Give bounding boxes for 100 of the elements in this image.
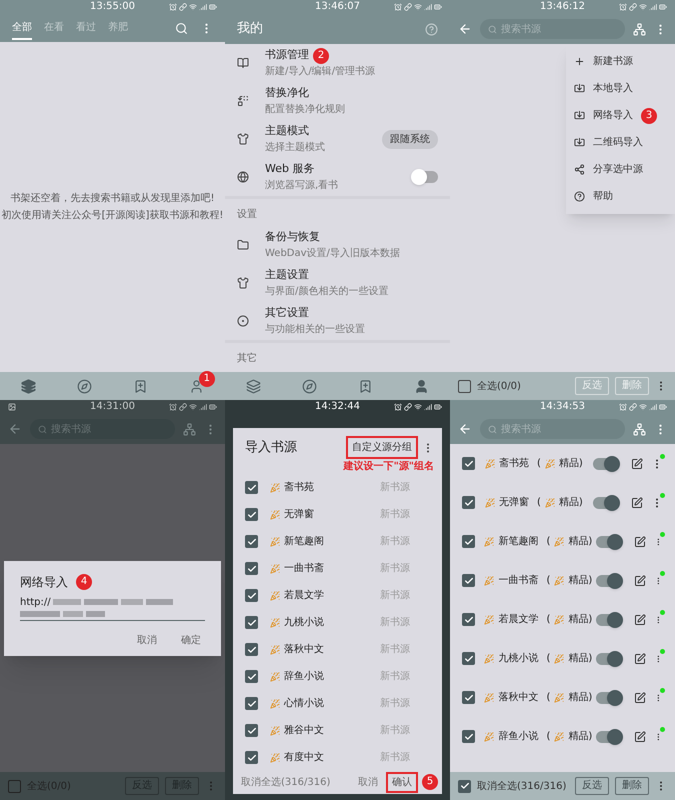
edit-icon[interactable] xyxy=(634,730,646,742)
select-all-label[interactable]: 取消全选(316/316) xyxy=(477,778,569,794)
link-icon xyxy=(179,3,188,11)
group-icon[interactable] xyxy=(633,422,646,436)
step-badge: 3 xyxy=(641,108,657,124)
mode-chip[interactable]: 跟随系统 xyxy=(382,130,438,148)
checkbox[interactable] xyxy=(245,508,258,521)
toggle-switch[interactable] xyxy=(596,574,622,586)
search-icon[interactable] xyxy=(175,22,188,34)
item-title: 替换净化 xyxy=(265,85,309,102)
group-bracket: ( xyxy=(546,574,550,588)
bookmark-icon[interactable] xyxy=(133,378,148,394)
dialog-title: 网络导入 xyxy=(20,574,68,590)
group-bracket: ( xyxy=(546,691,550,705)
user-icon[interactable] xyxy=(189,378,204,394)
ok-button[interactable]: 确定 xyxy=(177,632,205,648)
toggle-switch[interactable] xyxy=(596,692,622,704)
toggle-switch[interactable] xyxy=(596,652,622,664)
toggle-switch[interactable] xyxy=(593,496,619,508)
party-popper-icon xyxy=(544,458,555,468)
checkbox[interactable] xyxy=(245,562,258,575)
source-status: 新书源 xyxy=(380,534,411,549)
party-popper-icon xyxy=(554,732,564,742)
checkbox[interactable] xyxy=(245,589,258,602)
checkbox[interactable] xyxy=(462,496,475,509)
checkbox[interactable] xyxy=(245,670,258,683)
group-icon[interactable] xyxy=(633,22,646,36)
settings-item[interactable]: 主题设置 与界面/颜色相关的一些设置 xyxy=(225,264,450,302)
battery-icon xyxy=(209,3,218,11)
back-icon[interactable] xyxy=(458,22,472,36)
toggle-switch[interactable] xyxy=(596,614,622,626)
checkbox[interactable] xyxy=(462,535,475,548)
source-name: 一曲书斋 xyxy=(498,574,538,588)
cancel-button[interactable]: 取消 xyxy=(133,632,161,648)
edit-icon[interactable] xyxy=(634,692,646,704)
settings-item[interactable]: 其它设置 与功能相关的一些设置 xyxy=(225,302,450,340)
checkbox[interactable] xyxy=(462,457,475,470)
toggle-switch[interactable] xyxy=(596,536,622,548)
confirm-button[interactable]: 确认 xyxy=(386,772,418,792)
wifi-icon xyxy=(639,3,648,11)
compass-icon[interactable] xyxy=(76,378,92,394)
layers-icon[interactable] xyxy=(246,378,261,394)
checkbox[interactable] xyxy=(462,691,475,704)
wifi-icon xyxy=(639,403,648,411)
compass-icon[interactable] xyxy=(302,378,317,394)
party-popper-icon xyxy=(485,458,495,468)
toggle-all-button[interactable]: 取消全选(316/316) xyxy=(241,774,330,790)
url-field[interactable]: http:// xyxy=(20,594,205,620)
source-status: 新书源 xyxy=(380,670,411,684)
checkbox[interactable] xyxy=(245,724,258,737)
cancel-button[interactable]: 取消 xyxy=(354,774,382,790)
edit-icon[interactable] xyxy=(631,496,643,508)
settings-item[interactable]: 替换净化 配置替换净化规则 xyxy=(225,82,450,120)
layers-icon[interactable] xyxy=(20,378,36,394)
menu-item[interactable]: 新建书源 xyxy=(593,54,633,69)
checkbox[interactable] xyxy=(462,613,475,626)
delete-button[interactable]: 删除 xyxy=(615,777,649,795)
menu-item[interactable]: 分享选中源 xyxy=(593,162,643,177)
source-status: 新书源 xyxy=(380,642,411,657)
tab[interactable]: 全部 xyxy=(12,16,32,40)
settings-item[interactable]: Web 服务 浏览器写源,看书 xyxy=(225,158,450,196)
battery-icon xyxy=(434,3,442,11)
toggle-switch[interactable] xyxy=(593,458,619,470)
group-button[interactable]: 自定义源分组 xyxy=(346,436,418,459)
checkbox[interactable] xyxy=(245,616,258,629)
party-popper-icon xyxy=(484,654,494,664)
checkbox[interactable] xyxy=(462,574,475,587)
bookmark-icon[interactable] xyxy=(358,378,374,394)
alarm-icon xyxy=(619,3,628,11)
group-icon[interactable] xyxy=(183,422,196,436)
settings-item[interactable]: 书源管理 2 新建/导入/编辑/管理书源 xyxy=(225,44,450,82)
settings-item[interactable]: 备份与恢复 WebDav设置/导入旧版本数据 xyxy=(225,226,450,264)
checkbox[interactable] xyxy=(245,697,258,710)
edit-icon[interactable] xyxy=(631,458,643,470)
checkbox[interactable] xyxy=(462,652,475,665)
edit-icon[interactable] xyxy=(634,536,646,548)
source-status: 新书源 xyxy=(380,562,411,576)
edit-icon[interactable] xyxy=(634,652,646,664)
settings-item[interactable]: 主题模式 选择主题模式 跟随系统 xyxy=(225,120,450,158)
back-icon[interactable] xyxy=(8,422,22,436)
checkbox[interactable] xyxy=(458,780,471,792)
back-icon[interactable] xyxy=(458,422,472,436)
checkbox[interactable] xyxy=(245,643,258,656)
toggle-switch[interactable] xyxy=(596,730,622,742)
edit-icon[interactable] xyxy=(634,574,646,586)
menu-item[interactable]: 帮助 xyxy=(593,189,613,204)
checkbox[interactable] xyxy=(245,481,258,494)
checkbox[interactable] xyxy=(245,751,258,764)
user-icon[interactable] xyxy=(414,378,430,394)
toggle-switch[interactable] xyxy=(412,171,438,183)
item-subtitle: 新建/导入/编辑/管理书源 xyxy=(265,64,376,79)
source-status: 新书源 xyxy=(380,588,411,603)
invert-button[interactable]: 反选 xyxy=(575,777,609,795)
menu-item[interactable]: 本地导入 xyxy=(593,81,633,96)
checkbox[interactable] xyxy=(462,730,475,743)
menu-item[interactable]: 二维码导入 xyxy=(593,135,643,150)
menu-item[interactable]: 网络导入 xyxy=(593,108,633,123)
edit-icon[interactable] xyxy=(634,614,646,626)
checkbox[interactable] xyxy=(245,535,258,548)
source-name: 斋书苑 xyxy=(284,480,315,495)
